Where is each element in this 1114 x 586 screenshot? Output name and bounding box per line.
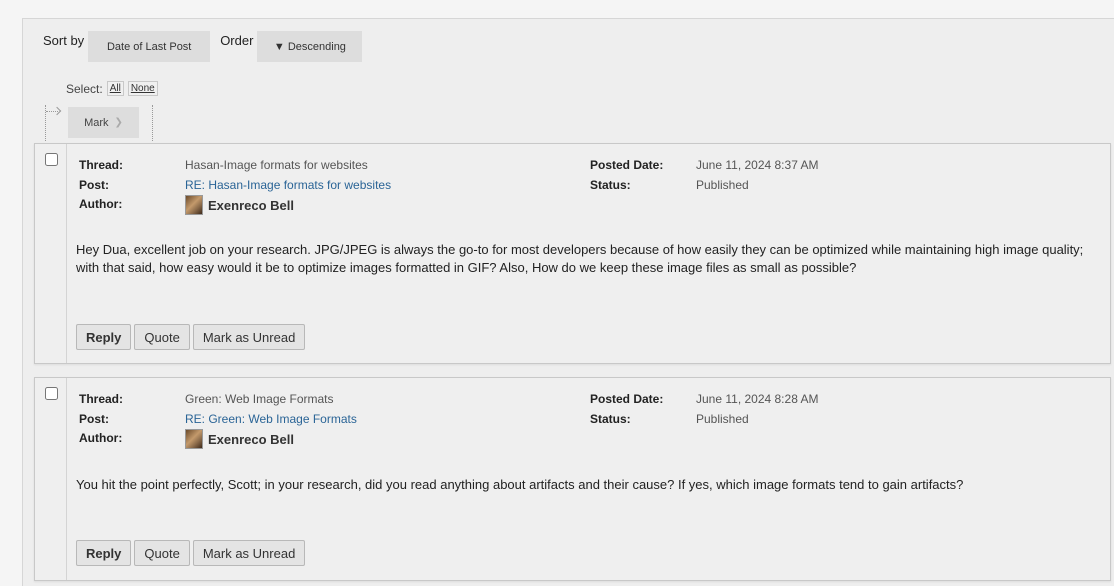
posted-date-value: June 11, 2024 8:28 AM [696,392,819,406]
mark-button[interactable]: Mark ❯ [68,107,139,138]
post-link[interactable]: RE: Hasan-Image formats for websites [185,178,391,192]
post-card: Thread: Green: Web Image Formats Post: R… [34,377,1111,581]
author-name: Exenreco Bell [208,431,294,447]
thread-value: Hasan-Image formats for websites [185,158,368,172]
select-none-link[interactable]: None [127,81,158,96]
reply-button[interactable]: Reply [76,540,132,566]
avatar [185,195,203,215]
avatar [185,429,203,449]
order-dropdown[interactable]: ▼ Descending [257,31,363,62]
author-name: Exenreco Bell [208,197,294,213]
post-checkbox[interactable] [45,387,58,400]
arrow-right-icon [46,111,58,113]
chevron-double-down-icon: ❯ [114,117,123,128]
quote-button[interactable]: Quote [134,324,190,350]
post-body: You hit the point perfectly, Scott; in y… [76,477,964,492]
select-label: Select: [66,81,103,96]
posted-date-value: June 11, 2024 8:37 AM [696,158,819,172]
post-body: Hey Dua, excellent job on your research.… [76,242,1084,275]
post-gutter [35,144,67,363]
mark-as-unread-button[interactable]: Mark as Unread [192,324,306,350]
status-label: Status: [590,178,631,192]
mark-as-unread-button[interactable]: Mark as Unread [192,540,306,566]
mark-label: Mark [84,116,109,129]
thread-value: Green: Web Image Formats [185,392,334,406]
order-label: Order [220,33,254,48]
post-actions: Reply Quote Mark as Unread [76,324,306,350]
author-label: Author: [79,431,123,445]
mark-area: Mark ❯ [45,105,153,141]
post-card: Thread: Hasan-Image formats for websites… [34,143,1111,364]
reply-button[interactable]: Reply [76,324,132,350]
select-all-link[interactable]: All [106,81,124,96]
status-value: Published [696,178,749,192]
posted-date-label: Posted Date: [590,392,664,406]
sort-by-label: Sort by [43,33,85,48]
post-actions: Reply Quote Mark as Unread [76,540,306,566]
select-row: Select: All None [66,81,158,96]
post-checkbox[interactable] [45,153,58,166]
discussion-panel: Sort by Date of Last Post Order ▼ Descen… [22,18,1114,586]
thread-label: Thread: [79,158,124,172]
sort-by-dropdown[interactable]: Date of Last Post [88,31,211,62]
quote-button[interactable]: Quote [134,540,190,566]
sort-bar: Sort by Date of Last Post Order ▼ Descen… [43,31,363,62]
post-gutter [35,378,67,580]
post-label: Post: [79,178,109,192]
status-value: Published [696,412,749,426]
author-label: Author: [79,197,123,211]
thread-label: Thread: [79,392,124,406]
post-link[interactable]: RE: Green: Web Image Formats [185,412,357,426]
posted-date-label: Posted Date: [590,158,664,172]
status-label: Status: [590,412,631,426]
post-label: Post: [79,412,109,426]
